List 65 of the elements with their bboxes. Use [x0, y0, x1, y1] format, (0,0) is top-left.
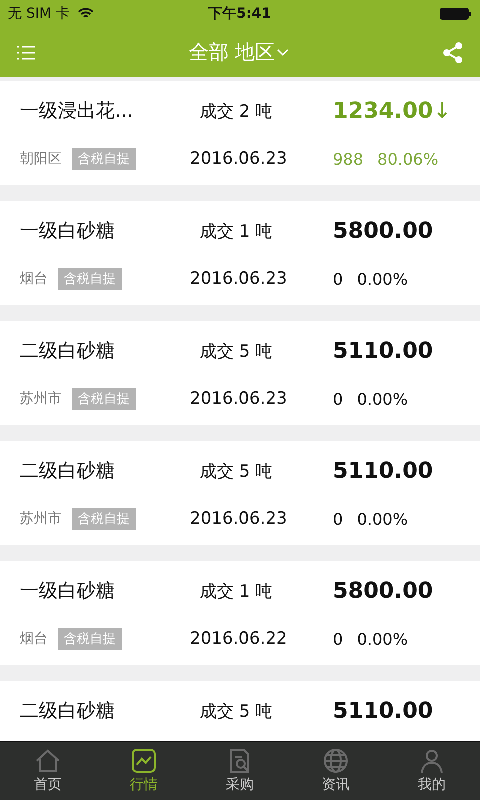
clock-time: 下午5:41 [208, 5, 272, 23]
price-text: 5800.00 [333, 578, 434, 604]
tab-bar-item[interactable]: 首页 [0, 742, 96, 800]
volume-text: 成交 1 吨 [199, 220, 274, 242]
person-icon [418, 748, 446, 774]
product-name: 一级浸出花... [20, 99, 134, 124]
date-text: 2016.06.23 [189, 149, 288, 169]
tab-bar-item[interactable]: 资讯 [288, 742, 384, 800]
chart-icon [130, 748, 158, 774]
region-text: 朝阳区 [20, 150, 62, 168]
change-text: 0 [333, 510, 344, 528]
quote-card[interactable]: 一级白砂糖 成交 1 吨 5800.00 烟台 含税自提 2016.06.23 0 0.00% [0, 201, 480, 305]
change-text: 988 [333, 150, 364, 168]
price-text: 5110.00 [333, 698, 434, 724]
region-text: 苏州市 [20, 390, 62, 408]
product-name: 一级白砂糖 [20, 219, 115, 244]
quote-card[interactable]: 二级白砂糖 成交 5 吨 5110.00 苏州市 含税自提 2016.06.23 0 0.00% [0, 441, 480, 545]
tab-bar-item[interactable]: 我的 [384, 742, 480, 800]
region-text: 烟台 [20, 270, 48, 288]
quote-card[interactable]: 一级浸出花... 成交 2 吨 1234.00↓ 朝阳区 含税自提 2016.06.23 988 80.06% [0, 81, 480, 185]
product-name: 二级白砂糖 [20, 339, 115, 364]
date-text: 2016.06.23 [189, 269, 288, 289]
price-text: 5800.00 [333, 218, 434, 244]
tab-bar-item[interactable]: 采购 [192, 742, 288, 800]
percent-text: 0.00% [357, 270, 408, 288]
product-name: 一级白砂糖 [20, 579, 115, 604]
percent-text: 0.00% [357, 510, 408, 528]
price-text: 5110.00 [333, 458, 434, 484]
product-name: 二级白砂糖 [20, 699, 115, 724]
volume-text: 成交 5 吨 [199, 700, 274, 722]
quote-card[interactable]: 二级白砂糖 成交 5 吨 5110.00 苏州市 含税自提 2016.06.23 0 0.00% [0, 321, 480, 425]
tax-tag: 含税自提 [58, 628, 122, 650]
quote-card[interactable]: 一级白砂糖 成交 1 吨 5800.00 烟台 含税自提 2016.06.22 0 0.00% [0, 561, 480, 665]
percent-text: 0.00% [357, 630, 408, 648]
share-icon[interactable] [442, 42, 464, 64]
menu-icon[interactable] [16, 44, 36, 62]
volume-text: 成交 5 吨 [199, 340, 274, 362]
change-text: 0 [333, 270, 344, 288]
product-name: 二级白砂糖 [20, 459, 115, 484]
tax-tag: 含税自提 [72, 148, 136, 170]
globe-icon [322, 748, 350, 774]
region-text: 烟台 [20, 630, 48, 648]
price-text: 5110.00 [333, 338, 434, 364]
tax-tag: 含税自提 [72, 388, 136, 410]
change-text: 0 [333, 630, 344, 648]
tax-tag: 含税自提 [58, 268, 122, 290]
battery-icon [440, 8, 472, 20]
quote-card[interactable]: 二级白砂糖 成交 5 吨 5110.00 [0, 681, 480, 741]
date-text: 2016.06.23 [189, 509, 288, 529]
percent-text: 80.06% [378, 150, 439, 168]
tax-tag: 含税自提 [72, 508, 136, 530]
date-text: 2016.06.22 [189, 629, 288, 649]
region-text: 苏州市 [20, 510, 62, 528]
volume-text: 成交 5 吨 [199, 460, 274, 482]
wifi-icon [78, 8, 94, 20]
carrier-text: 无 SIM 卡 [8, 5, 70, 23]
date-text: 2016.06.23 [189, 389, 288, 409]
home-icon [34, 748, 62, 774]
change-text: 0 [333, 390, 344, 408]
tab-bar-item[interactable]: 行情 [96, 742, 192, 800]
volume-text: 成交 2 吨 [199, 100, 274, 122]
price-text: 1234.00↓ [333, 98, 452, 124]
caret-icon [277, 48, 290, 56]
volume-text: 成交 1 吨 [199, 580, 274, 602]
percent-text: 0.00% [357, 390, 408, 408]
